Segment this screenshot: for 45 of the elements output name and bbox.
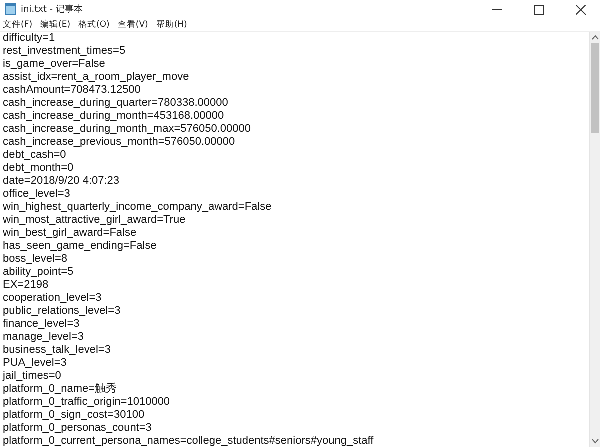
text-line: platform_0_sign_cost=30100	[3, 409, 146, 422]
text-line: win_highest_quarterly_income_company_award=False	[3, 201, 273, 214]
text-line: public_relations_level=3	[3, 305, 122, 318]
text-line: platform_0_personas_count=3	[3, 422, 153, 435]
text-line: manage_level=3	[3, 331, 86, 344]
text-line: debt_month=0	[3, 162, 75, 175]
text-line: cash_increase_during_quarter=780338.00000	[3, 97, 230, 110]
scrollbar[interactable]	[589, 32, 600, 447]
menu-item[interactable]: 编辑(E)	[40, 19, 72, 31]
text-line: cash_increase_during_month=453168.00000	[3, 110, 226, 123]
text-line: ability_point=5	[3, 266, 75, 279]
text-line: platform_0_current_persona_names=college_students#seniors#young_staff	[3, 435, 375, 447]
scroll-up-icon[interactable]	[592, 35, 598, 40]
close-icon[interactable]	[576, 4, 586, 14]
text-line: cash_increase_during_month_max=576050.00000	[3, 123, 252, 136]
text-line: platform_0_name=触秀	[3, 383, 118, 396]
maximize-icon[interactable]	[534, 4, 544, 14]
menu-item[interactable]: 格式(O)	[78, 19, 111, 31]
text-line: difficulty=1	[3, 32, 56, 45]
text-line: finance_level=3	[3, 318, 81, 331]
text-line: office_level=3	[3, 188, 72, 201]
text-line: cash_increase_previous_month=576050.00000	[3, 136, 236, 149]
text-line: cashAmount=708473.12500	[3, 84, 142, 97]
text-line: date=2018/9/20 4:07:23	[3, 175, 121, 188]
text-line: EX=2198	[3, 279, 50, 292]
text-line: rest_investment_times=5	[3, 45, 127, 58]
text-line: business_talk_level=3	[3, 344, 112, 357]
menu-item[interactable]: 帮助(H)	[155, 19, 188, 31]
text-line: platform_0_traffic_origin=1010000	[3, 396, 172, 409]
scrollbar-thumb[interactable]	[591, 43, 599, 133]
text-line: boss_level=8	[3, 253, 69, 266]
menu-item[interactable]: 查看(V)	[116, 19, 150, 31]
text-line: win_best_girl_award=False	[3, 227, 138, 240]
text-line: cooperation_level=3	[3, 292, 103, 305]
menu-item[interactable]: 文件(F)	[2, 19, 34, 31]
text-line: has_seen_game_ending=False	[3, 240, 158, 253]
notepad-icon	[5, 3, 17, 16]
scroll-down-icon[interactable]	[592, 439, 598, 444]
text-line: jail_times=0	[3, 370, 62, 383]
text-line: win_most_attractive_girl_award=True	[3, 214, 187, 227]
text-line: debt_cash=0	[3, 149, 68, 162]
text-line: PUA_level=3	[3, 357, 68, 370]
text-line: is_game_over=False	[3, 58, 106, 71]
window-title: ini.txt - 记事本	[21, 4, 83, 16]
text-line: assist_idx=rent_a_room_player_move	[3, 71, 190, 84]
